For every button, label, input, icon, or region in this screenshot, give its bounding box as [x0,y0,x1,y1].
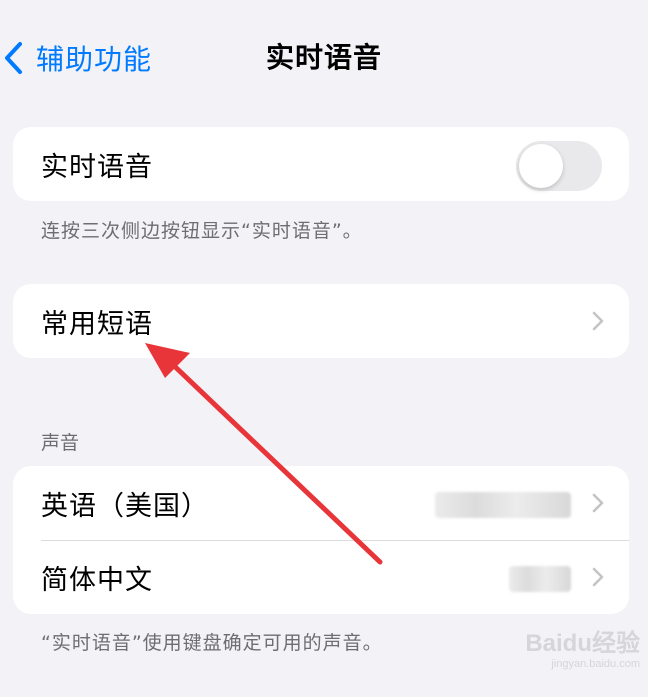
chevron-right-icon [592,493,604,513]
voices-footnote: “实时语音”使用键盘确定可用的声音。 [41,632,383,654]
chevron-right-icon [592,311,604,331]
live-speech-toggle[interactable] [516,141,602,191]
voices-card: 英语（美国） 简体中文 [13,466,629,614]
voice-label-english: 英语（美国） [41,490,209,522]
live-speech-row: 实时语音 [13,127,629,201]
blurred-value [509,566,571,592]
chevron-right-icon [592,567,604,587]
watermark-sub: jingyan.baidu.com [551,658,640,670]
watermark: Baidu经验 jingyan.baidu.com [520,623,640,693]
page-title: 实时语音 [265,41,382,74]
blurred-value [435,492,571,518]
toggle-knob [519,144,563,188]
phrases-card: 常用短语 [13,284,629,358]
voice-row-chinese[interactable]: 简体中文 [13,540,629,614]
navigation-bar: 辅助功能 实时语音 [0,0,648,110]
live-speech-label: 实时语音 [41,151,153,183]
voice-label-chinese: 简体中文 [41,564,153,596]
phrases-row[interactable]: 常用短语 [13,284,629,358]
live-speech-card: 实时语音 [13,127,629,201]
live-speech-footnote: 连按三次侧边按钮显示“实时语音”。 [41,220,363,242]
phrases-label: 常用短语 [41,308,153,340]
watermark-logo: Baidu经验 [525,630,640,657]
voice-row-english[interactable]: 英语（美国） [13,466,629,540]
voices-section-header: 声音 [41,432,80,454]
